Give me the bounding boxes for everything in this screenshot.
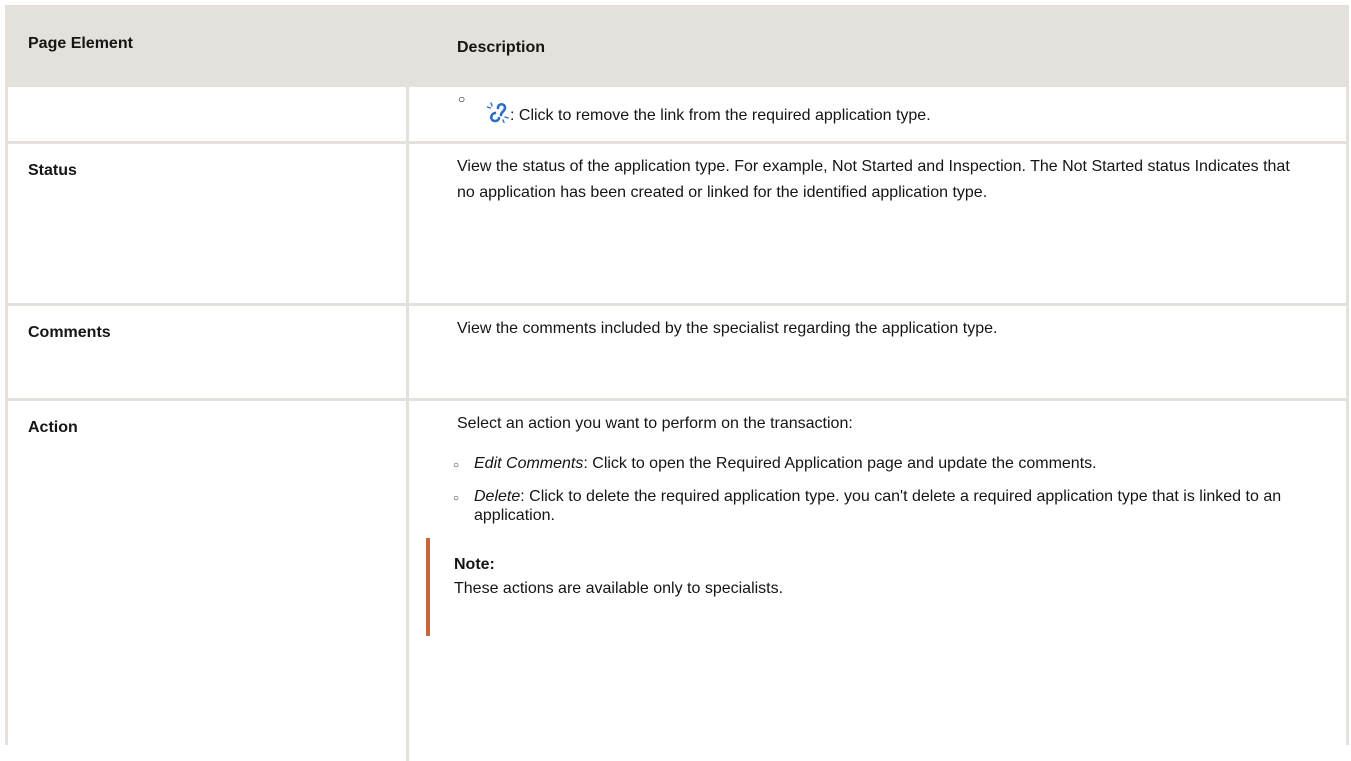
header-description: Description bbox=[457, 39, 546, 56]
action-item-delete: Delete: Click to delete the required app… bbox=[474, 487, 1344, 525]
column-divider bbox=[406, 144, 409, 303]
table-row-status: Status View the status of the applicatio… bbox=[8, 144, 1346, 306]
column-divider bbox=[406, 8, 409, 84]
hollow-bullet-icon: ○ bbox=[458, 92, 466, 106]
column-divider bbox=[406, 401, 409, 761]
edit-comments-text: : Click to open the Required Application… bbox=[583, 455, 1097, 472]
table-header: Page Element Description bbox=[8, 8, 1346, 87]
delete-term: Delete bbox=[474, 488, 521, 505]
status-label: Status bbox=[28, 162, 77, 179]
note-accent-bar bbox=[426, 538, 430, 636]
comments-description: View the comments included by the specia… bbox=[457, 320, 998, 337]
status-description: View the status of the application type.… bbox=[457, 158, 1290, 201]
note-text: These actions are available only to spec… bbox=[454, 580, 784, 597]
action-intro: Select an action you want to perform on … bbox=[457, 415, 853, 432]
unlink-icon bbox=[486, 102, 509, 123]
comments-label: Comments bbox=[28, 324, 111, 341]
hollow-bullet-icon: ○ bbox=[453, 493, 460, 504]
header-page-element: Page Element bbox=[28, 35, 133, 52]
column-divider bbox=[406, 87, 409, 141]
action-label: Action bbox=[28, 419, 78, 436]
hollow-bullet-icon: ○ bbox=[453, 460, 460, 471]
edit-comments-term: Edit Comments bbox=[474, 455, 584, 472]
unlink-description: : Click to remove the link from the requ… bbox=[510, 107, 931, 124]
table-row-comments: Comments View the comments included by t… bbox=[8, 306, 1346, 401]
delete-text: : Click to delete the required applicati… bbox=[474, 488, 1282, 524]
column-divider bbox=[406, 306, 409, 398]
note-title: Note: bbox=[454, 556, 495, 573]
action-item-edit-comments: Edit Comments: Click to open the Require… bbox=[474, 454, 1097, 473]
